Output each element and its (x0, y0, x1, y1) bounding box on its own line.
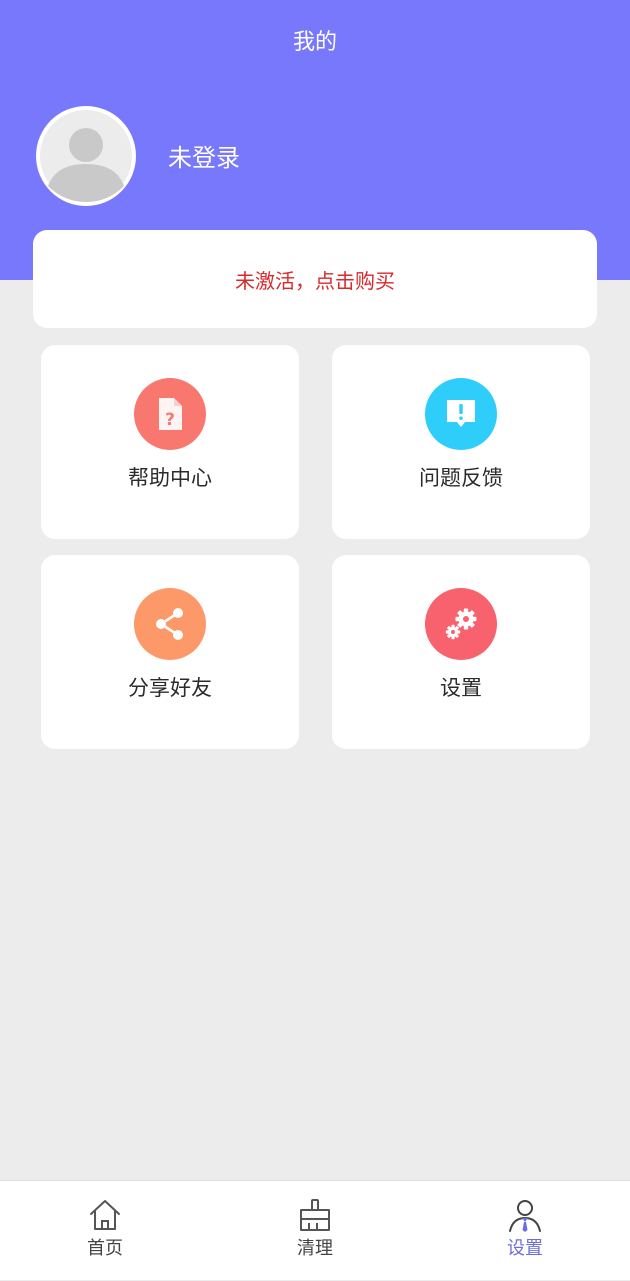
settings-icon-badge (425, 588, 497, 660)
settings-card[interactable]: 设置 (332, 555, 590, 749)
tab-settings-label: 设置 (507, 1238, 543, 1259)
settings-label: 设置 (440, 676, 482, 700)
tab-home[interactable]: 首页 (0, 1181, 210, 1281)
activation-purchase-button[interactable]: 未激活，点击购买 (33, 230, 597, 328)
user-profile-icon (507, 1197, 543, 1233)
share-friends-card[interactable]: 分享好友 (41, 555, 299, 749)
help-document-icon: ? (159, 398, 182, 430)
tab-clean-label: 清理 (297, 1238, 333, 1259)
help-center-label: 帮助中心 (128, 466, 212, 490)
share-icon (156, 608, 183, 640)
activation-text: 未激活，点击购买 (235, 268, 395, 293)
feedback-card[interactable]: 问题反馈 (332, 345, 590, 539)
user-avatar[interactable] (36, 106, 136, 206)
share-icon-badge (134, 588, 206, 660)
gears-icon (445, 608, 477, 640)
default-avatar-icon (40, 110, 132, 202)
svg-text:?: ? (165, 410, 175, 430)
tab-settings[interactable]: 设置 (420, 1181, 630, 1281)
share-friends-label: 分享好友 (128, 676, 212, 700)
home-icon (87, 1197, 123, 1233)
username-label[interactable]: 未登录 (168, 142, 240, 174)
feedback-label: 问题反馈 (419, 466, 503, 490)
bottom-tab-bar: 首页 清理 设置 (0, 1180, 630, 1280)
help-icon-badge: ? (134, 378, 206, 450)
tab-home-label: 首页 (87, 1238, 123, 1259)
page-title: 我的 (292, 30, 337, 55)
feedback-message-icon (447, 400, 475, 427)
broom-icon (297, 1197, 333, 1233)
help-center-card[interactable]: ? 帮助中心 (41, 345, 299, 539)
feedback-icon-badge (425, 378, 497, 450)
tab-clean[interactable]: 清理 (210, 1181, 420, 1281)
